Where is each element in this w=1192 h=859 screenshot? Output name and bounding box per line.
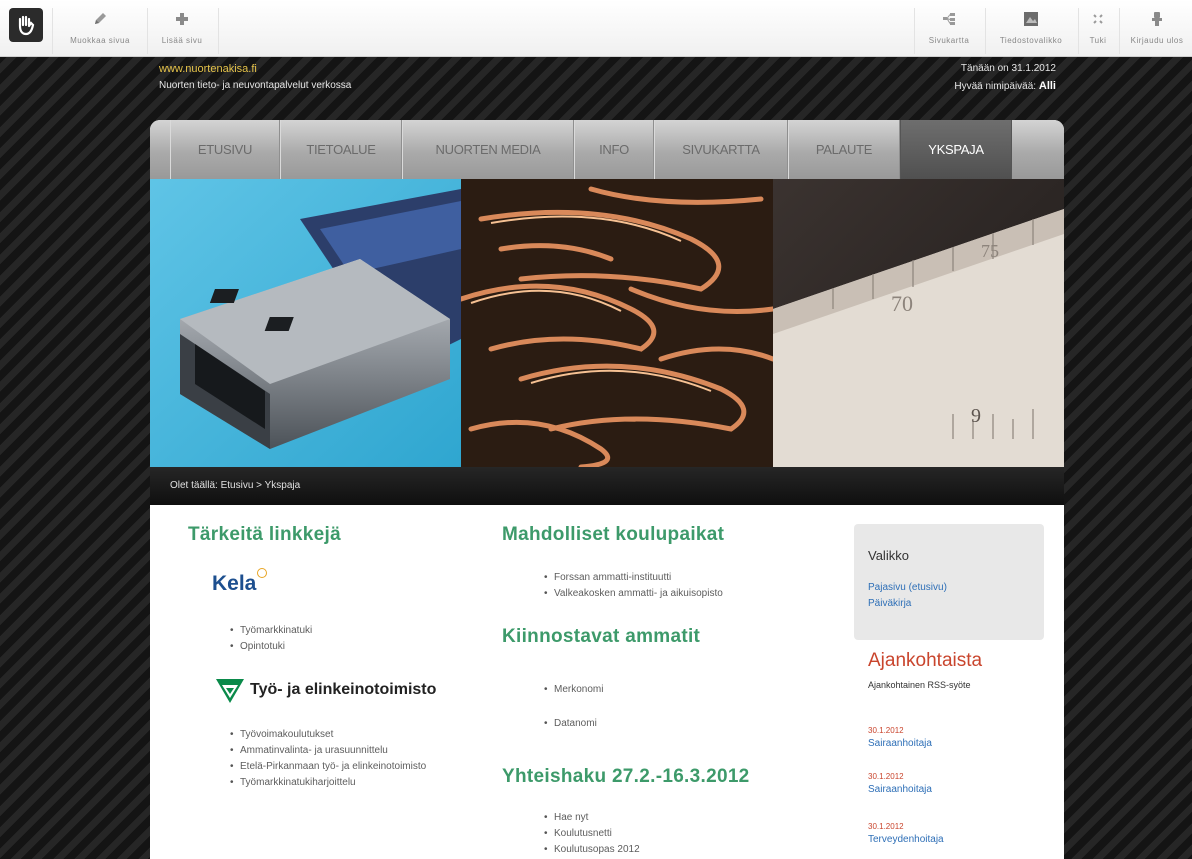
profession-list: Merkonomi Datanomi	[544, 682, 603, 732]
te-link-list: Työvoimakoulutukset Ammatinvalinta- ja u…	[230, 727, 440, 791]
sitemap-label: Sivukartta	[928, 36, 970, 45]
kela-link-list: Työmarkkinatuki Opintotuki	[230, 623, 312, 655]
cms-toolbar: Muokkaa sivua Lisää sivu Sivukartta Tied…	[0, 0, 1192, 57]
school-list: Forssan ammatti-instituutti Valkeakosken…	[544, 570, 723, 602]
edit-page-button[interactable]: Muokkaa sivua	[58, 6, 142, 54]
joint-application-list: Hae nyt Koulutusnetti Koulutusopas 2012	[544, 810, 640, 858]
nav-item-tietoalue[interactable]: TIETOALUE	[280, 120, 402, 179]
nav-item-ykspaja[interactable]: YKSPAJA	[900, 120, 1012, 179]
kela-logo[interactable]: Kela	[212, 568, 268, 596]
logout-button[interactable]: Kirjaudu ulos	[1122, 6, 1192, 54]
list-item[interactable]: Työmarkkinatuki	[230, 623, 312, 639]
nameday-prefix: Hyvää nimipäivää:	[954, 81, 1037, 92]
cms-logo[interactable]	[9, 8, 43, 42]
help-label: Tuki	[1089, 36, 1107, 45]
nav-item-info[interactable]: INFO	[574, 120, 654, 179]
plus-icon	[173, 10, 191, 28]
news-title[interactable]: Terveydenhoitaja	[868, 834, 944, 845]
list-item[interactable]: Työvoimakoulutukset	[230, 727, 440, 743]
list-item[interactable]: Ammatinvalinta- ja urasuunnittelu	[230, 743, 440, 759]
add-page-button[interactable]: Lisää sivu	[150, 6, 214, 54]
ruler-number-70: 70	[891, 291, 913, 316]
news-title[interactable]: Sairaanhoitaja	[868, 784, 932, 795]
banner-usb-image	[150, 179, 461, 467]
ruler-number-9: 9	[971, 405, 981, 427]
side-menu-box: Valikko Pajasivu (etusivu) Päiväkirja	[854, 524, 1044, 640]
te-office-logo-text: Työ- ja elinkeinotoimisto	[250, 681, 437, 698]
kela-logo-text: Kela	[212, 572, 257, 595]
add-page-label: Lisää sivu	[161, 36, 203, 45]
news-title[interactable]: Sairaanhoitaja	[868, 738, 932, 749]
news-date: 30.1.2012	[868, 726, 904, 735]
banner-paperclips-image	[461, 179, 773, 467]
list-item[interactable]: Opintotuki	[230, 639, 312, 655]
hand-icon	[18, 15, 35, 36]
list-item[interactable]: Koulutusnetti	[544, 826, 640, 842]
list-item[interactable]: Hae nyt	[544, 810, 640, 826]
nav-item-palaute[interactable]: PALAUTE	[788, 120, 900, 179]
nameday-name: Alli	[1038, 80, 1056, 92]
nav-item-nuorten-media[interactable]: NUORTEN MEDIA	[402, 120, 574, 179]
banner-ruler-image: 75 70 9	[773, 179, 1064, 467]
pencil-icon	[91, 10, 109, 28]
header-banner: 75 70 9	[150, 179, 1064, 467]
list-item[interactable]: Etelä-Pirkanmaan työ- ja elinkeinotoimis…	[230, 759, 440, 775]
sitemap-icon	[940, 10, 958, 28]
edit-page-label: Muokkaa sivua	[70, 36, 130, 45]
ruler-number-75: 75	[981, 241, 999, 261]
list-item[interactable]: Forssan ammatti-instituutti	[544, 570, 723, 586]
list-item[interactable]: Merkonomi	[544, 682, 603, 698]
kela-flower-icon	[257, 568, 268, 578]
side-menu-link-paivakirja[interactable]: Päiväkirja	[868, 598, 911, 609]
date-text: Tänään on 31.1.2012	[960, 63, 1056, 74]
side-menu-link-pajasivu[interactable]: Pajasivu (etusivu)	[868, 582, 947, 593]
school-places-heading: Mahdolliset koulupaikat	[502, 524, 725, 545]
te-office-logo-icon	[216, 679, 244, 703]
list-item[interactable]: Valkeakosken ammatti- ja aikuisopisto	[544, 586, 723, 602]
side-menu-title: Valikko	[868, 548, 909, 563]
interesting-professions-heading: Kiinnostavat ammatit	[502, 626, 701, 647]
breadcrumb: Olet täällä: Etusivu > Ykspaja	[150, 467, 1064, 505]
te-office-logo[interactable]: Työ- ja elinkeinotoimisto	[216, 677, 436, 703]
nav-item-sivukartta[interactable]: SIVUKARTTA	[654, 120, 788, 179]
list-item[interactable]: Työmarkkinatukiharjoittelu	[230, 775, 440, 791]
file-manager-button[interactable]: Tiedostovalikko	[987, 6, 1075, 54]
logout-icon	[1148, 10, 1166, 28]
important-links-heading: Tärkeitä linkkejä	[188, 524, 341, 545]
logout-label: Kirjaudu ulos	[1130, 36, 1184, 45]
current-news-heading: Ajankohtaista	[868, 650, 983, 671]
joint-application-heading: Yhteishaku 27.2.-16.3.2012	[502, 766, 750, 787]
file-manager-icon	[1022, 10, 1040, 28]
news-date: 30.1.2012	[868, 822, 904, 831]
main-nav: ETUSIVU TIETOALUE NUORTEN MEDIA INFO SIV…	[150, 120, 1064, 179]
help-icon	[1089, 10, 1107, 28]
sitemap-button[interactable]: Sivukartta	[916, 6, 982, 54]
list-item[interactable]: Koulutusopas 2012	[544, 842, 640, 858]
list-item[interactable]: Datanomi	[544, 716, 603, 732]
site-tagline: Nuorten tieto- ja neuvontapalvelut verko…	[159, 80, 352, 91]
rss-feed-link[interactable]: Ajankohtainen RSS-syöte	[868, 680, 971, 690]
file-manager-label: Tiedostovalikko	[999, 36, 1063, 45]
nav-item-etusivu[interactable]: ETUSIVU	[170, 120, 280, 179]
news-date: 30.1.2012	[868, 772, 904, 781]
site-url[interactable]: www.nuortenakisa.fi	[159, 63, 257, 75]
main-container: ETUSIVU TIETOALUE NUORTEN MEDIA INFO SIV…	[150, 120, 1064, 859]
nameday-line: Hyvää nimipäivää: Alli	[954, 80, 1056, 92]
help-button[interactable]: Tuki	[1080, 6, 1116, 54]
